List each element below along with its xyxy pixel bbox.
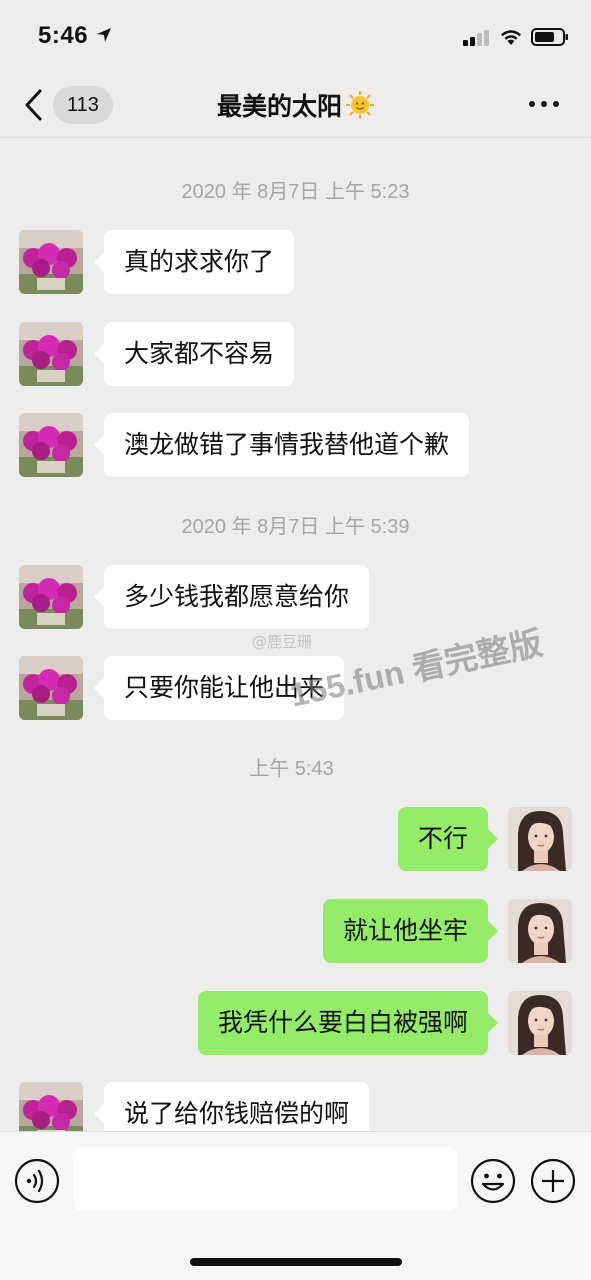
emoji-icon[interactable] <box>470 1158 516 1204</box>
contact-avatar[interactable] <box>19 322 83 386</box>
message-input[interactable] <box>74 1147 457 1211</box>
more-options-icon[interactable] <box>526 94 562 114</box>
home-indicator[interactable] <box>190 1258 402 1266</box>
user-avatar[interactable] <box>508 899 572 963</box>
chat-header: 113 最美的太阳 <box>0 72 591 138</box>
contact-avatar[interactable] <box>19 1082 83 1131</box>
cellular-signal-icon <box>463 30 489 46</box>
battery-icon <box>531 28 568 46</box>
back-chevron-icon[interactable] <box>22 88 46 122</box>
received-message[interactable]: 真的求求你了 <box>93 230 295 294</box>
wifi-icon <box>501 30 521 45</box>
sun-with-face-icon <box>346 91 374 119</box>
timestamp: 上午 5:43 <box>249 758 334 780</box>
received-message[interactable]: 说了给你钱赔偿的啊 <box>93 1082 370 1131</box>
contact-avatar[interactable] <box>19 656 83 720</box>
sent-message[interactable]: 我凭什么要白白被强啊 <box>197 991 499 1055</box>
contact-avatar[interactable] <box>19 230 83 294</box>
chat-title: 最美的太阳 <box>216 92 342 121</box>
received-message[interactable]: 澳龙做错了事情我替他道个歉 <box>93 413 470 477</box>
user-avatar[interactable] <box>508 807 572 871</box>
location-arrow-icon <box>97 28 111 42</box>
status-bar: 5:46 <box>0 0 591 72</box>
timestamp: 2020 年 8月7日 上午 5:23 <box>181 181 410 203</box>
sent-message[interactable]: 不行 <box>397 807 499 871</box>
contact-avatar[interactable] <box>19 413 83 477</box>
status-time: 5:46 <box>38 22 89 49</box>
chat-messages[interactable]: 2020 年 8月7日 上午 5:23 真的求求你了 大家都不容易 澳龙做错了事… <box>0 139 591 1131</box>
plus-icon[interactable] <box>530 1158 576 1204</box>
sent-message[interactable]: 就让他坐牢 <box>322 899 499 963</box>
user-avatar[interactable] <box>508 991 572 1055</box>
unread-count-badge[interactable]: 113 <box>53 86 113 124</box>
weibo-watermark: @鹿豆珊 <box>252 633 313 651</box>
voice-input-icon[interactable] <box>14 1158 60 1204</box>
timestamp: 2020 年 8月7日 上午 5:39 <box>181 516 410 538</box>
contact-avatar[interactable] <box>19 565 83 629</box>
received-message[interactable]: 多少钱我都愿意给你 <box>93 565 370 629</box>
promo-watermark: 155.fun 看完整版 <box>286 623 546 714</box>
received-message[interactable]: 大家都不容易 <box>93 322 295 386</box>
